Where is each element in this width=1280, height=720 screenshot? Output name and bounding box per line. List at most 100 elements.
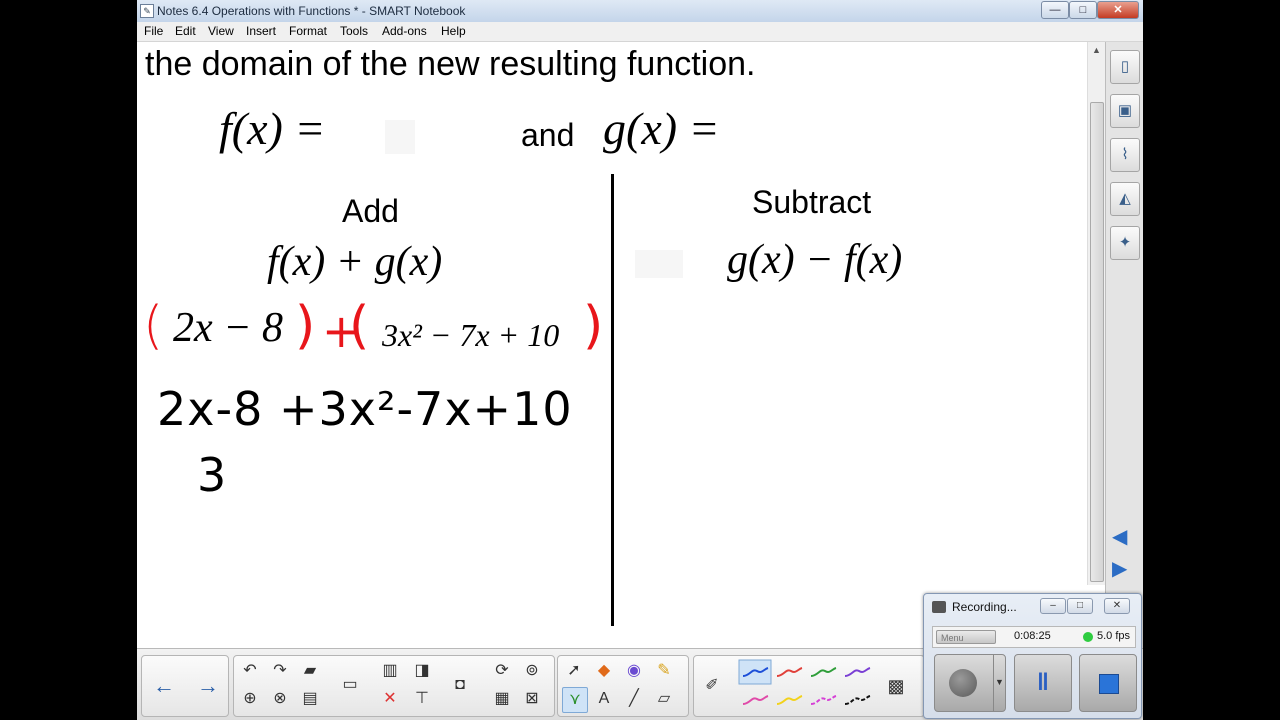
record-dropdown-icon[interactable]: ▼ (995, 677, 1004, 687)
recorder-menu-dropdown[interactable]: Menu (936, 630, 996, 644)
app-icon: ✎ (140, 4, 154, 18)
elapsed-time: 0:08:25 (1014, 630, 1051, 642)
frame-rate: 5.0 fps (1097, 630, 1131, 642)
pen-color-swatch[interactable] (776, 667, 803, 677)
pause-icon: ‖ (1037, 669, 1049, 696)
previous-page-icon[interactable]: ← (152, 674, 176, 698)
redo-icon[interactable]: ↷ (268, 659, 292, 683)
vertical-scrollbar[interactable]: ▲ (1087, 42, 1105, 585)
properties-icon[interactable]: ◭ (1110, 182, 1140, 216)
menu-view[interactable]: View (208, 24, 234, 38)
pen-color-swatch[interactable] (810, 667, 837, 677)
paste-icon[interactable]: ▥ (378, 659, 402, 683)
sidebar-left-arrow-icon[interactable]: ◀ (1112, 524, 1127, 549)
maximize-button[interactable]: □ (1069, 1, 1097, 19)
scroll-thumb[interactable] (1090, 102, 1104, 582)
and-label: and (521, 117, 575, 153)
page-sorter-icon[interactable]: ▯ (1110, 50, 1140, 84)
table-icon[interactable]: ▦ (490, 687, 514, 711)
close-x-icon[interactable]: ⊠ (520, 687, 544, 711)
pen-color-swatch[interactable] (844, 667, 871, 677)
add-page-icon[interactable]: ⊕ (238, 687, 262, 711)
nav-group: ← → (141, 655, 229, 717)
fill-icon[interactable]: ◉ (622, 659, 646, 683)
zoom-icon[interactable]: ⊚ (520, 659, 544, 683)
pen-color-swatch[interactable] (738, 659, 772, 685)
stop-button[interactable] (1079, 654, 1137, 712)
color-palette-icon[interactable]: ▩ (884, 674, 908, 698)
eraser-icon[interactable]: ▱ (652, 687, 676, 711)
display-icon[interactable]: ▭ (338, 673, 362, 697)
notebook-page[interactable]: the domain of the new resulting function… (137, 42, 1087, 648)
hidden-placeholder (635, 250, 683, 278)
pen-color-swatches[interactable] (738, 658, 878, 714)
refresh-icon[interactable]: ⟳ (490, 659, 514, 683)
pen-styles-group: ✐ ▩ (693, 655, 925, 717)
recorder-minimize-button[interactable]: – (1040, 598, 1066, 614)
screen-capture-icon[interactable]: ◨ (410, 659, 434, 683)
status-dot (1083, 632, 1093, 642)
sidebar-right-arrow-icon[interactable]: ▶ (1112, 556, 1127, 581)
subtract-formula: g(x) − f(x) (727, 237, 903, 283)
delete-page-icon[interactable]: ⊗ (268, 687, 292, 711)
pen-color-swatch[interactable] (844, 695, 871, 705)
red-open-paren: ( (143, 296, 164, 356)
line-icon[interactable]: ╱ (622, 687, 646, 711)
g-expression: 3x² − 7x + 10 (382, 317, 560, 353)
red-close-paren-2: ) (583, 296, 604, 356)
side-tab-bar: ▯ ▣ ⌇ ◭ ✦ ◀ ▶ (1105, 42, 1143, 648)
attachments-icon[interactable]: ⌇ (1110, 138, 1140, 172)
text-icon[interactable]: A (592, 687, 616, 711)
pause-button[interactable]: ‖ (1014, 654, 1072, 712)
hidden-f-expression (385, 120, 415, 154)
recorder-close-button[interactable]: ✕ (1104, 598, 1130, 614)
menu-file[interactable]: File (144, 24, 163, 38)
recorder-title: Recording... (952, 600, 1017, 614)
pen-color-swatch[interactable] (810, 695, 837, 705)
record-button[interactable]: ▼ (934, 654, 1006, 712)
creative-pen-icon[interactable]: ⋎ (562, 687, 588, 713)
next-page-icon[interactable]: → (196, 674, 220, 698)
draw-tools-group: ➚ ◆ ◉ ✎ ⋎ A ╱ ▱ (557, 655, 689, 717)
close-button[interactable]: ✕ (1097, 1, 1139, 19)
menu-edit[interactable]: Edit (175, 24, 196, 38)
add-heading: Add (342, 193, 399, 229)
title-bar: ✎ Notes 6.4 Operations with Functions * … (137, 0, 1143, 23)
handwritten-work-line-1: 2x-8 +3x²-7x+10 (157, 382, 573, 436)
minimize-button[interactable]: — (1041, 1, 1069, 19)
select-arrow-icon[interactable]: ➚ (562, 659, 586, 683)
g-definition-label: g(x) = (603, 103, 720, 154)
menu-help[interactable]: Help (441, 24, 466, 38)
recorder-status-strip: Menu 0:08:25 5.0 fps (932, 626, 1136, 648)
menu-add-ons[interactable]: Add-ons (382, 24, 427, 38)
recorder-window: Recording... – □ ✕ Menu 0:08:25 5.0 fps … (923, 593, 1142, 719)
recorder-maximize-button[interactable]: □ (1067, 598, 1093, 614)
f-expression: 2x − 8 (173, 305, 283, 351)
handwritten-work-line-2: 3 (197, 448, 227, 502)
instruction-text: the domain of the new resulting function… (145, 45, 756, 83)
pen-color-swatch[interactable] (742, 695, 769, 705)
delete-icon[interactable]: ✕ (378, 687, 402, 711)
pen-color-swatch[interactable] (776, 695, 803, 705)
record-icon (949, 669, 977, 697)
menu-format[interactable]: Format (289, 24, 327, 38)
scroll-up-icon[interactable]: ▲ (1088, 42, 1105, 59)
add-formula: f(x) + g(x) (267, 239, 443, 285)
f-definition-label: f(x) = (219, 103, 326, 154)
pen-icon[interactable]: ✎ (652, 659, 676, 683)
document-camera-icon[interactable]: ◘ (448, 673, 472, 697)
menu-tools[interactable]: Tools (340, 24, 368, 38)
save-icon[interactable]: ▤ (298, 687, 322, 711)
red-open-paren-2: ( (349, 296, 370, 356)
column-divider (611, 174, 614, 626)
red-close-paren: ) (295, 296, 316, 356)
shapes-icon[interactable]: ◆ (592, 659, 616, 683)
gallery-icon[interactable]: ▣ (1110, 94, 1140, 128)
open-folder-icon[interactable]: ▰ (298, 659, 322, 683)
recorder-icon (932, 601, 946, 613)
screen-shade-icon[interactable]: ⊤ (410, 687, 434, 711)
undo-icon[interactable]: ↶ (238, 659, 262, 683)
pen-style-icon[interactable]: ✐ (700, 674, 724, 698)
add-ons-icon[interactable]: ✦ (1110, 226, 1140, 260)
menu-insert[interactable]: Insert (246, 24, 276, 38)
